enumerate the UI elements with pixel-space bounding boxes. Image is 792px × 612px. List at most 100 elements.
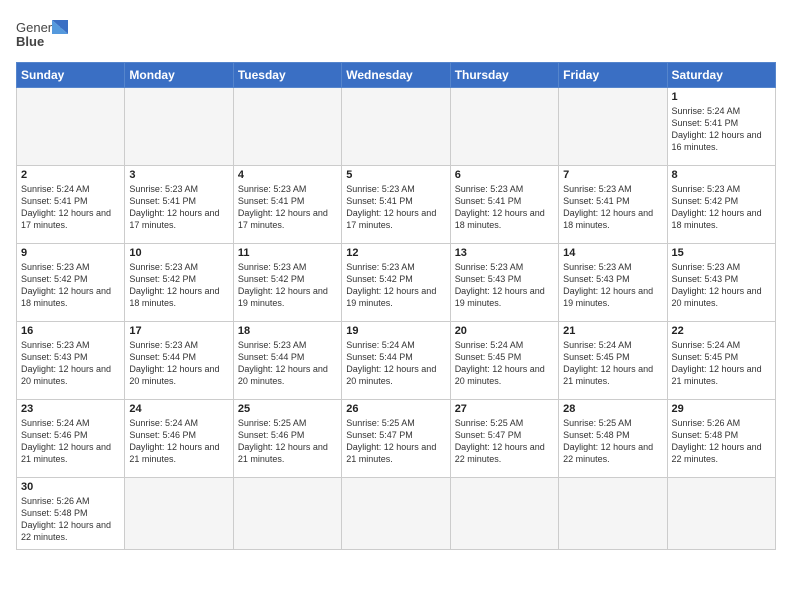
calendar-cell: 24 Sunrise: 5:24 AMSunset: 5:46 PMDayligh… xyxy=(125,400,233,478)
day-info: Sunrise: 5:24 AMSunset: 5:45 PMDaylight:… xyxy=(563,339,662,388)
calendar-cell: 21 Sunrise: 5:24 AMSunset: 5:45 PMDayligh… xyxy=(559,322,667,400)
day-info: Sunrise: 5:24 AMSunset: 5:46 PMDaylight:… xyxy=(129,417,228,466)
calendar-cell: 10 Sunrise: 5:23 AMSunset: 5:42 PMDayligh… xyxy=(125,244,233,322)
day-info: Sunrise: 5:25 AMSunset: 5:46 PMDaylight:… xyxy=(238,417,337,466)
day-number: 18 xyxy=(238,325,337,337)
calendar-cell xyxy=(559,88,667,166)
day-number: 19 xyxy=(346,325,445,337)
day-number: 27 xyxy=(455,403,554,415)
header-sunday: Sunday xyxy=(17,63,125,88)
day-number: 24 xyxy=(129,403,228,415)
calendar-cell xyxy=(233,88,341,166)
day-info: Sunrise: 5:23 AMSunset: 5:44 PMDaylight:… xyxy=(129,339,228,388)
day-number: 23 xyxy=(21,403,120,415)
day-info: Sunrise: 5:23 AMSunset: 5:41 PMDaylight:… xyxy=(563,183,662,232)
calendar-cell xyxy=(559,478,667,550)
day-number: 16 xyxy=(21,325,120,337)
day-info: Sunrise: 5:23 AMSunset: 5:44 PMDaylight:… xyxy=(238,339,337,388)
calendar-cell: 7 Sunrise: 5:23 AMSunset: 5:41 PMDaylight… xyxy=(559,166,667,244)
day-number: 2 xyxy=(21,169,120,181)
day-number: 5 xyxy=(346,169,445,181)
day-info: Sunrise: 5:23 AMSunset: 5:42 PMDaylight:… xyxy=(129,261,228,310)
calendar-cell: 16 Sunrise: 5:23 AMSunset: 5:43 PMDayligh… xyxy=(17,322,125,400)
calendar-cell: 11 Sunrise: 5:23 AMSunset: 5:42 PMDayligh… xyxy=(233,244,341,322)
day-number: 3 xyxy=(129,169,228,181)
calendar-cell xyxy=(342,478,450,550)
calendar-week-row: 30 Sunrise: 5:26 AMSunset: 5:48 PMDayligh… xyxy=(17,478,776,550)
day-info: Sunrise: 5:26 AMSunset: 5:48 PMDaylight:… xyxy=(672,417,771,466)
calendar-cell: 3 Sunrise: 5:23 AMSunset: 5:41 PMDaylight… xyxy=(125,166,233,244)
day-info: Sunrise: 5:24 AMSunset: 5:41 PMDaylight:… xyxy=(21,183,120,232)
calendar-cell: 14 Sunrise: 5:23 AMSunset: 5:43 PMDayligh… xyxy=(559,244,667,322)
day-info: Sunrise: 5:24 AMSunset: 5:45 PMDaylight:… xyxy=(455,339,554,388)
day-number: 11 xyxy=(238,247,337,259)
day-number: 17 xyxy=(129,325,228,337)
day-number: 26 xyxy=(346,403,445,415)
day-number: 14 xyxy=(563,247,662,259)
day-number: 4 xyxy=(238,169,337,181)
calendar-cell: 22 Sunrise: 5:24 AMSunset: 5:45 PMDayligh… xyxy=(667,322,775,400)
day-number: 29 xyxy=(672,403,771,415)
day-number: 28 xyxy=(563,403,662,415)
day-info: Sunrise: 5:23 AMSunset: 5:43 PMDaylight:… xyxy=(21,339,120,388)
calendar-cell: 17 Sunrise: 5:23 AMSunset: 5:44 PMDayligh… xyxy=(125,322,233,400)
day-number: 21 xyxy=(563,325,662,337)
day-number: 22 xyxy=(672,325,771,337)
day-info: Sunrise: 5:23 AMSunset: 5:42 PMDaylight:… xyxy=(238,261,337,310)
calendar-cell: 5 Sunrise: 5:23 AMSunset: 5:41 PMDaylight… xyxy=(342,166,450,244)
calendar-cell: 28 Sunrise: 5:25 AMSunset: 5:48 PMDayligh… xyxy=(559,400,667,478)
page: General Blue Sunday Monday Tuesday Wedne… xyxy=(0,0,792,612)
day-info: Sunrise: 5:23 AMSunset: 5:42 PMDaylight:… xyxy=(346,261,445,310)
calendar-cell: 23 Sunrise: 5:24 AMSunset: 5:46 PMDayligh… xyxy=(17,400,125,478)
calendar-cell: 13Sunrise: 5:23 AMSunset: 5:43 PMDayligh… xyxy=(450,244,558,322)
calendar-cell xyxy=(125,478,233,550)
day-number: 25 xyxy=(238,403,337,415)
day-info: Sunrise: 5:24 AMSunset: 5:44 PMDaylight:… xyxy=(346,339,445,388)
day-number: 6 xyxy=(455,169,554,181)
day-number: 30 xyxy=(21,481,120,493)
calendar-cell: 25 Sunrise: 5:25 AMSunset: 5:46 PMDayligh… xyxy=(233,400,341,478)
weekday-header-row: Sunday Monday Tuesday Wednesday Thursday… xyxy=(17,63,776,88)
day-number: 1 xyxy=(672,91,771,103)
day-number: 10 xyxy=(129,247,228,259)
header-tuesday: Tuesday xyxy=(233,63,341,88)
calendar-cell: 20 Sunrise: 5:24 AMSunset: 5:45 PMDayligh… xyxy=(450,322,558,400)
day-number: 15 xyxy=(672,247,771,259)
calendar-cell xyxy=(342,88,450,166)
day-info: Sunrise: 5:25 AMSunset: 5:47 PMDaylight:… xyxy=(346,417,445,466)
calendar-cell xyxy=(17,88,125,166)
day-info: Sunrise: 5:25 AMSunset: 5:47 PMDaylight:… xyxy=(455,417,554,466)
calendar-cell: 8 Sunrise: 5:23 AMSunset: 5:42 PMDaylight… xyxy=(667,166,775,244)
day-number: 8 xyxy=(672,169,771,181)
svg-text:Blue: Blue xyxy=(16,34,44,49)
day-number: 12 xyxy=(346,247,445,259)
header-saturday: Saturday xyxy=(667,63,775,88)
calendar-cell: 4 Sunrise: 5:23 AMSunset: 5:41 PMDaylight… xyxy=(233,166,341,244)
day-info: Sunrise: 5:25 AMSunset: 5:48 PMDaylight:… xyxy=(563,417,662,466)
day-info: Sunrise: 5:23 AMSunset: 5:41 PMDaylight:… xyxy=(129,183,228,232)
day-info: Sunrise: 5:23 AMSunset: 5:42 PMDaylight:… xyxy=(672,183,771,232)
calendar-cell xyxy=(450,88,558,166)
day-info: Sunrise: 5:23 AMSunset: 5:41 PMDaylight:… xyxy=(238,183,337,232)
header: General Blue xyxy=(16,16,776,54)
calendar-week-row: 2 Sunrise: 5:24 AMSunset: 5:41 PMDaylight… xyxy=(17,166,776,244)
calendar-cell: 27 Sunrise: 5:25 AMSunset: 5:47 PMDayligh… xyxy=(450,400,558,478)
calendar-cell xyxy=(667,478,775,550)
calendar-cell: 2 Sunrise: 5:24 AMSunset: 5:41 PMDaylight… xyxy=(17,166,125,244)
day-info: Sunrise: 5:23 AMSunset: 5:41 PMDaylight:… xyxy=(346,183,445,232)
day-number: 20 xyxy=(455,325,554,337)
calendar-table: Sunday Monday Tuesday Wednesday Thursday… xyxy=(16,62,776,550)
day-info: Sunrise: 5:24 AMSunset: 5:45 PMDaylight:… xyxy=(672,339,771,388)
day-number: 7 xyxy=(563,169,662,181)
calendar-week-row: 1Sunrise: 5:24 AMSunset: 5:41 PMDaylight… xyxy=(17,88,776,166)
day-info: Sunrise: 5:23 AMSunset: 5:43 PMDaylight:… xyxy=(563,261,662,310)
logo: General Blue xyxy=(16,16,68,54)
calendar-week-row: 23 Sunrise: 5:24 AMSunset: 5:46 PMDayligh… xyxy=(17,400,776,478)
day-info: Sunrise: 5:26 AMSunset: 5:48 PMDaylight:… xyxy=(21,495,120,544)
calendar-cell: 1Sunrise: 5:24 AMSunset: 5:41 PMDaylight… xyxy=(667,88,775,166)
calendar-cell: 15Sunrise: 5:23 AMSunset: 5:43 PMDayligh… xyxy=(667,244,775,322)
day-info: Sunrise: 5:24 AMSunset: 5:46 PMDaylight:… xyxy=(21,417,120,466)
logo-icon: General Blue xyxy=(16,16,68,54)
day-info: Sunrise: 5:23 AMSunset: 5:43 PMDaylight:… xyxy=(455,261,554,310)
calendar-cell: 18 Sunrise: 5:23 AMSunset: 5:44 PMDayligh… xyxy=(233,322,341,400)
